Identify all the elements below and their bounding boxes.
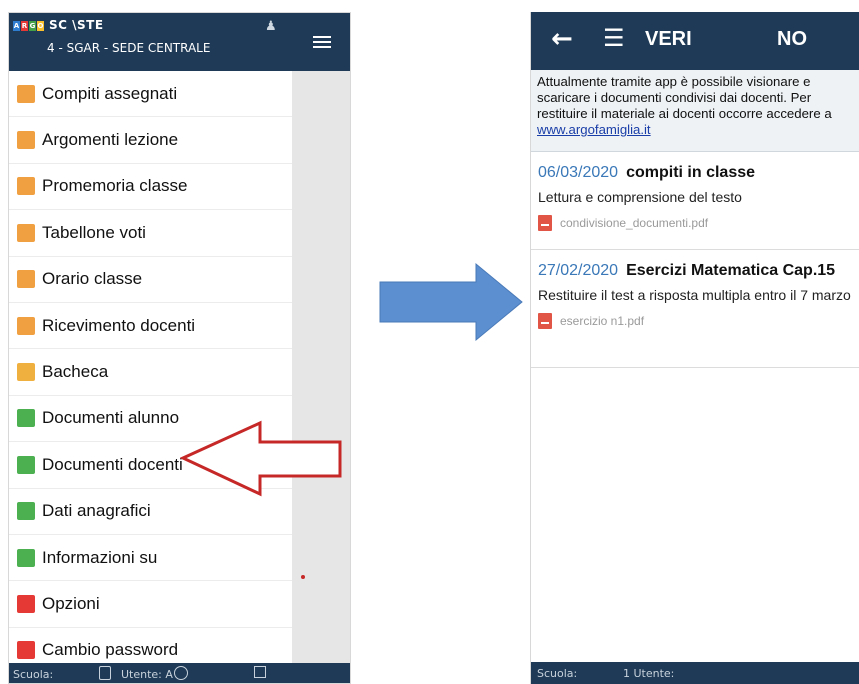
status-school-label: Scuola: — [537, 667, 578, 680]
logo-letter: O — [37, 21, 44, 31]
noticeboard-icon — [17, 363, 35, 382]
document-attachment[interactable]: esercizio n1.pdf — [538, 313, 853, 329]
student-documents-icon — [17, 409, 35, 428]
drawer-menu-item-label: Informazioni su — [42, 547, 158, 567]
attachment-filename: condivisione_documenti.pdf — [560, 216, 709, 230]
document-description: Restituire il test a risposta multipla e… — [538, 287, 851, 303]
document-list-item[interactable]: 06/03/2020 compiti in classe Lettura e c… — [531, 152, 859, 250]
list-icon[interactable]: ☰ — [603, 24, 625, 52]
personal-data-icon — [17, 502, 35, 521]
logo-letter: A — [13, 21, 20, 31]
document-date: 06/03/2020 — [538, 164, 619, 181]
document-title: Esercizi Matematica Cap.15 — [626, 262, 836, 279]
drawer-menu-item-label: Orario classe — [42, 269, 143, 289]
grades-board-icon — [17, 223, 35, 242]
drawer-menu-item[interactable]: Orario classe — [9, 257, 292, 303]
drawer-menu-item[interactable]: Ricevimento docenti — [9, 303, 292, 350]
nav-recent-apps-icon[interactable] — [254, 666, 266, 678]
class-schedule-icon — [17, 270, 35, 289]
logo-letter: R — [21, 21, 28, 31]
pdf-file-icon — [538, 215, 552, 231]
left-phone-screen: A R G O SC \STE 4 - SGAR - SEDE CENTRALE… — [8, 12, 351, 684]
highlight-arrow-icon — [180, 420, 342, 497]
drawer-menu: Compiti assegnati Argomenti lezione Promem… — [9, 71, 292, 675]
page-title: VERI — [645, 28, 692, 50]
drawer-menu-item-label: Ricevimento docenti — [42, 315, 196, 335]
school-name: SC \STE — [49, 18, 104, 32]
status-user-label: 1 Utente: — [623, 667, 675, 680]
info-text: Attualmente tramite app è possibile visi… — [537, 74, 832, 121]
app-content-behind-drawer — [292, 13, 350, 683]
drawer-menu-item[interactable]: Promemoria classe — [9, 164, 292, 211]
drawer-menu-item[interactable]: Compiti assegnati — [9, 71, 292, 118]
drawer-menu-item-label: Documenti docenti — [42, 454, 183, 474]
argo-logo: A R G O — [13, 21, 44, 31]
drawer-menu-item[interactable]: Opzioni — [9, 581, 292, 628]
bottom-status-bar: Scuola: 1 Utente: — [531, 662, 859, 684]
drawer-menu-item-label: Promemoria classe — [42, 176, 188, 196]
drawer-menu-item-label: Tabellone voti — [42, 222, 146, 242]
homework-icon — [17, 84, 35, 103]
drawer-menu-item[interactable]: Bacheca — [9, 349, 292, 396]
drawer-menu-item-label: Argomenti lezione — [42, 130, 179, 150]
drawer-menu-item-label: Opzioni — [42, 593, 100, 613]
document-attachment[interactable]: condivisione_documenti.pdf — [538, 215, 853, 231]
school-branch: 4 - SGAR - SEDE CENTRALE — [47, 41, 211, 55]
hamburger-icon — [313, 33, 331, 51]
bottom-status-bar: Scuola: Utente: A — [9, 663, 350, 683]
argofamiglia-link[interactable]: www.argofamiglia.it — [537, 122, 651, 137]
top-app-bar: ← ☰ VERI NO — [531, 12, 859, 70]
drawer-menu-item-label: Documenti alunno — [42, 408, 180, 428]
drawer-menu-item-label: Dati anagrafici — [42, 501, 151, 521]
drawer-menu-item-label: Compiti assegnati — [42, 83, 178, 103]
drawer-menu-item[interactable]: Informazioni su — [9, 535, 292, 582]
nav-back-icon[interactable] — [99, 666, 111, 680]
nav-home-icon[interactable] — [174, 666, 188, 680]
document-title: compiti in classe — [626, 164, 756, 181]
transition-arrow-icon — [379, 262, 523, 342]
drawer-header: A R G O SC \STE 4 - SGAR - SEDE CENTRALE… — [9, 13, 292, 71]
drawer-menu-item[interactable]: Tabellone voti — [9, 210, 292, 257]
status-user-label: Utente: A — [121, 668, 173, 681]
logo-letter: G — [29, 21, 36, 31]
notification-dot — [301, 575, 305, 579]
menu-button[interactable] — [292, 13, 350, 71]
info-icon — [17, 548, 35, 567]
drawer-menu-item[interactable]: Argomenti lezione — [9, 117, 292, 164]
info-banner: Attualmente tramite app è possibile visi… — [531, 70, 859, 152]
drawer-menu-item-label: Bacheca — [42, 362, 109, 382]
pdf-file-icon — [538, 313, 552, 329]
page-title-suffix: NO — [777, 28, 807, 50]
change-password-icon — [17, 641, 35, 660]
user-switch-icon[interactable]: ♟ — [265, 19, 277, 34]
document-description: Lettura e comprensione del testo — [538, 189, 742, 205]
teacher-documents-icon — [17, 455, 35, 474]
drawer-menu-item-label: Cambio password — [42, 640, 179, 660]
class-reminder-icon — [17, 177, 35, 196]
attachment-filename: esercizio n1.pdf — [560, 314, 645, 328]
right-phone-screen: ← ☰ VERI NO Attualmente tramite app è po… — [530, 12, 859, 684]
document-list-item[interactable]: 27/02/2020 Esercizi Matematica Cap.15 Re… — [531, 250, 859, 368]
options-icon — [17, 594, 35, 613]
status-school-label: Scuola: — [13, 668, 54, 681]
document-date: 27/02/2020 — [538, 262, 619, 279]
teacher-reception-icon — [17, 316, 35, 335]
lesson-topics-icon — [17, 131, 35, 150]
back-arrow-icon[interactable]: ← — [551, 24, 573, 54]
